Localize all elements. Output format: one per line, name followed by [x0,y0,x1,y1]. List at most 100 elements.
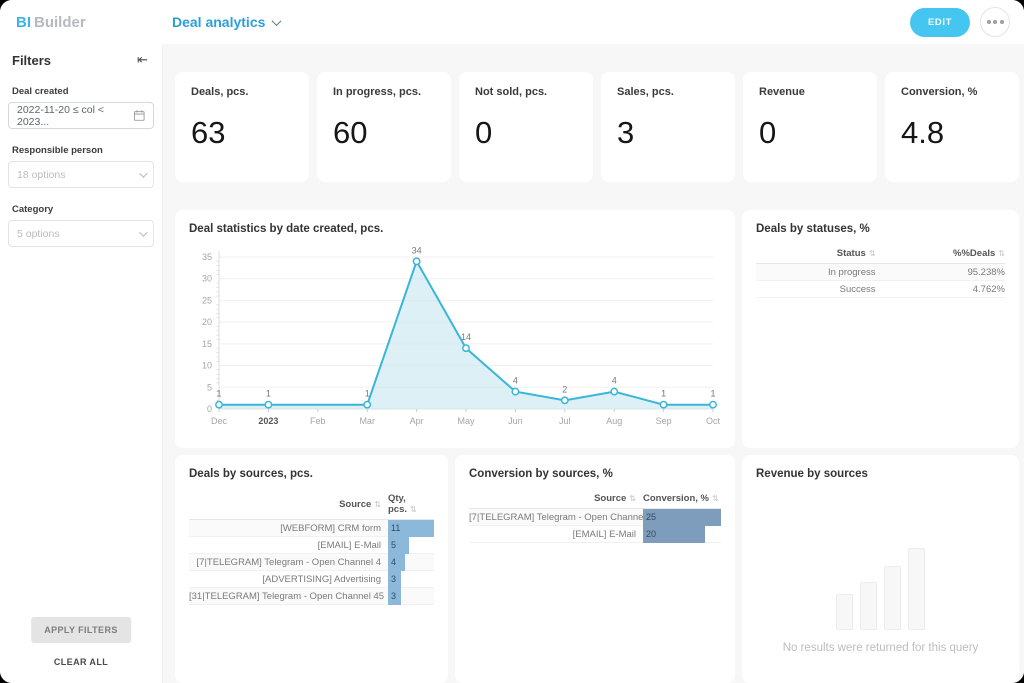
sort-icon: ⇅ [869,249,876,258]
svg-text:0: 0 [207,404,212,414]
svg-text:10: 10 [202,361,212,371]
kpi-card-revenue: Revenue 0 [743,72,877,182]
kpi-card-deals: Deals, pcs. 63 [175,72,309,182]
svg-text:1: 1 [266,389,271,399]
svg-text:15: 15 [202,339,212,349]
svg-text:30: 30 [202,274,212,284]
top-bar: BIBuilder Deal analytics EDIT [0,0,1024,44]
deal-statistics-panel: Deal statistics by date created, pcs. 05… [175,210,735,448]
svg-text:1: 1 [216,389,221,399]
responsible-person-select[interactable]: 18 options [8,161,154,188]
svg-text:34: 34 [412,245,422,255]
dashboard-title: Deal analytics [172,14,265,30]
deal-created-value: 2022-11-20 ≤ col < 2023... [17,104,134,128]
svg-text:2: 2 [562,384,567,394]
sort-icon: ⇅ [629,494,636,503]
column-header-status[interactable]: Status⇅ [756,248,876,259]
placeholder-bar [836,594,853,630]
kpi-label: Conversion, % [901,86,1003,98]
placeholder-bar [908,548,925,630]
svg-text:May: May [457,416,475,426]
bar-table-row: [EMAIL] E-Mail5 [189,537,434,554]
chevron-down-icon [272,16,282,26]
column-header-source[interactable]: Source⇅ [469,493,643,504]
svg-text:20: 20 [202,317,212,327]
column-header-deals-pct[interactable]: %%Deals⇅ [876,248,1005,259]
responsible-person-value: 18 options [17,169,65,181]
value-bar: 3 [388,588,401,605]
kpi-card-in-progress: In progress, pcs. 60 [317,72,451,182]
svg-text:35: 35 [202,252,212,262]
dashboard-content: Deals, pcs. 63 In progress, pcs. 60 Not … [163,44,1024,683]
value-bar: 3 [388,571,401,588]
apply-filters-button[interactable]: APPLY FILTERS [31,617,131,643]
responsible-person-label: Responsible person [12,145,150,156]
kpi-value: 0 [475,115,577,151]
svg-text:25: 25 [202,295,212,305]
panel-title: Revenue by sources [756,468,1005,480]
category-select[interactable]: 5 options [8,220,154,247]
panel-title: Deals by statuses, % [756,223,1005,235]
kpi-label: In progress, pcs. [333,86,435,98]
sources-table-body: [WEBFORM] CRM form11[EMAIL] E-Mail5[7|TE… [189,520,434,605]
sort-icon: ⇅ [998,249,1005,258]
panel-title: Conversion by sources, % [469,468,721,480]
bar-table-row: [WEBFORM] CRM form11 [189,520,434,537]
category-value: 5 options [17,228,60,240]
svg-text:4: 4 [612,376,617,386]
value-bar: 11 [388,520,434,537]
svg-text:Dec: Dec [211,416,228,426]
kpi-value: 3 [617,115,719,151]
value-bar: 25 [643,509,721,526]
deals-by-sources-panel: Deals by sources, pcs. Source⇅ Qty, pcs.… [175,455,448,683]
bar-table-row: [7|TELEGRAM] Telegram - Open Channel 44 [189,554,434,571]
chevron-down-icon [139,228,147,236]
bar-table-row: [ADVERTISING] Advertising3 [189,571,434,588]
more-options-button[interactable] [980,7,1010,37]
app-logo: BIBuilder [16,14,166,31]
deal-created-label: Deal created [12,86,150,97]
svg-text:Feb: Feb [310,416,326,426]
svg-text:1: 1 [710,389,715,399]
value-bar: 5 [388,537,409,554]
svg-text:4: 4 [513,376,518,386]
edit-button[interactable]: EDIT [910,8,970,37]
conversion-by-sources-panel: Conversion by sources, % Source⇅ Convers… [455,455,735,683]
deal-created-input[interactable]: 2022-11-20 ≤ col < 2023... [8,102,154,129]
kpi-card-sales: Sales, pcs. 3 [601,72,735,182]
column-header-conversion[interactable]: Conversion, %⇅ [643,493,721,504]
statuses-table-body: In progress95.238%Success4.762% [756,264,1005,298]
clear-all-button[interactable]: CLEAR ALL [54,657,108,667]
value-bar: 20 [643,526,705,543]
dashboard-title-dropdown[interactable]: Deal analytics [172,14,280,30]
column-header-qty[interactable]: Qty, pcs.⇅ [388,493,434,515]
kpi-value: 0 [759,115,861,151]
svg-text:Jul: Jul [559,416,571,426]
bar-table-row: [7|TELEGRAM] Telegram - Open Channel 425 [469,509,721,526]
status-table-row: In progress95.238% [756,264,1005,281]
panel-title: Deals by sources, pcs. [189,468,434,480]
svg-text:Apr: Apr [410,416,424,426]
svg-text:Sep: Sep [656,416,672,426]
app-window: BIBuilder Deal analytics EDIT Filters ⇤ … [0,0,1024,683]
kpi-label: Revenue [759,86,861,98]
filters-title: Filters [12,53,51,68]
column-header-source[interactable]: Source⇅ [189,499,388,510]
svg-text:Oct: Oct [706,416,721,426]
bar-table-row: [EMAIL] E-Mail20 [469,526,721,543]
logo-bi: BI [16,14,31,31]
kpi-label: Not sold, pcs. [475,86,577,98]
deal-statistics-chart: 05101520253035Dec2023FebMarAprMayJunJulA… [189,239,721,439]
bar-table-row: [31|TELEGRAM] Telegram - Open Channel 45… [189,588,434,605]
svg-text:2023: 2023 [258,416,278,426]
status-table-row: Success4.762% [756,281,1005,298]
kpi-row: Deals, pcs. 63 In progress, pcs. 60 Not … [175,72,1019,182]
svg-text:5: 5 [207,382,212,392]
ellipsis-icon [987,20,991,24]
collapse-sidebar-icon[interactable]: ⇤ [137,52,148,68]
filters-sidebar: Filters ⇤ Deal created 2022-11-20 ≤ col … [0,44,163,683]
svg-text:1: 1 [365,389,370,399]
kpi-label: Sales, pcs. [617,86,719,98]
kpi-value: 4.8 [901,115,1003,151]
placeholder-bar [860,582,877,630]
